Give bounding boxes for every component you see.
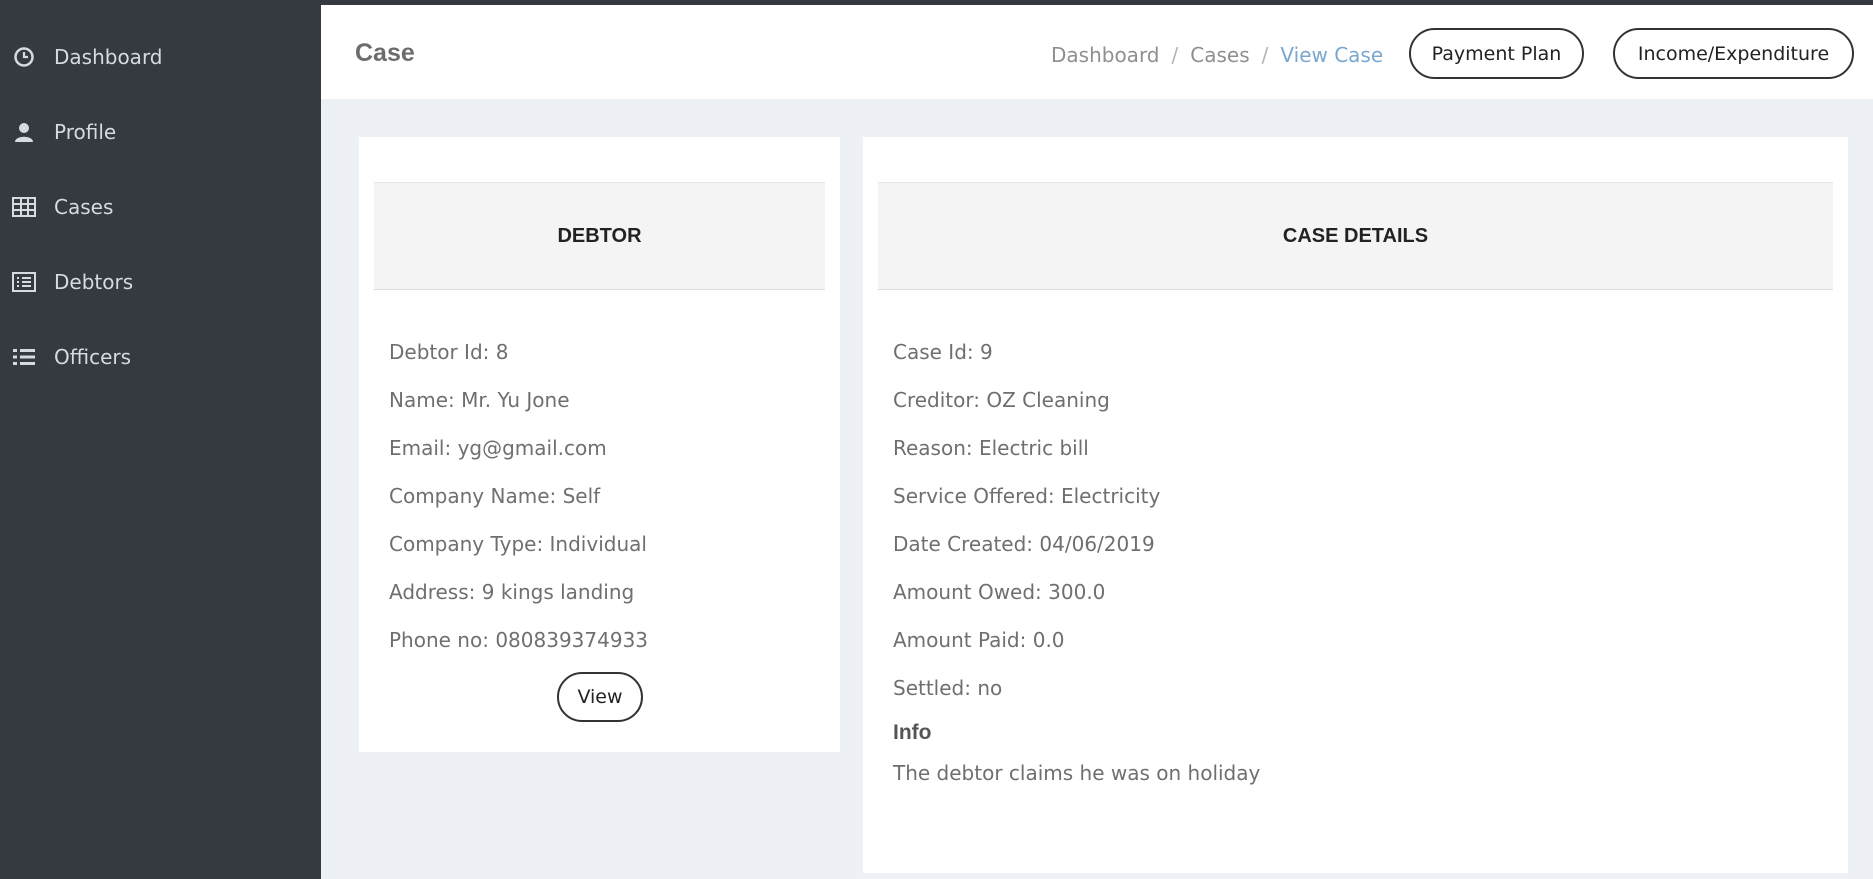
table-icon (12, 195, 36, 219)
debtor-phone: Phone no: 080839374933 (389, 628, 649, 652)
breadcrumb-separator: / (1171, 43, 1179, 67)
page-title: Case (355, 39, 415, 67)
info-heading: Info (893, 721, 932, 744)
list-icon (12, 345, 36, 369)
case-settled: Settled: no (893, 676, 1003, 700)
clock-icon (12, 45, 36, 69)
sidebar: Dashboard Profile Cases Debtors Officers (0, 5, 321, 879)
debtor-card: DEBTOR Debtor Id: 8 Name: Mr. Yu Jone Em… (359, 137, 840, 752)
case-id: Case Id: 9 (893, 340, 993, 364)
breadcrumb-view-case: View Case (1280, 43, 1384, 67)
debtor-company-name: Company Name: Self (389, 484, 601, 508)
sidebar-item-label: Dashboard (54, 45, 163, 69)
list-alt-icon (12, 270, 36, 294)
sidebar-item-dashboard[interactable]: Dashboard (0, 32, 321, 82)
sidebar-item-label: Profile (54, 120, 117, 144)
case-amount-paid: Amount Paid: 0.0 (893, 628, 1065, 652)
sidebar-item-label: Cases (54, 195, 114, 219)
breadcrumb-dashboard[interactable]: Dashboard (1051, 43, 1160, 67)
sidebar-item-label: Debtors (54, 270, 134, 294)
debtor-address: Address: 9 kings landing (389, 580, 635, 604)
sidebar-item-debtors[interactable]: Debtors (0, 257, 321, 307)
case-creditor: Creditor: OZ Cleaning (893, 388, 1110, 412)
breadcrumb-cases[interactable]: Cases (1190, 43, 1249, 67)
debtor-id: Debtor Id: 8 (389, 340, 509, 364)
page-header: Case Dashboard / Cases / View Case Payment P… (321, 5, 1873, 99)
sidebar-item-cases[interactable]: Cases (0, 182, 321, 232)
info-text: The debtor claims he was on holiday (893, 761, 1261, 785)
debtor-name: Name: Mr. Yu Jone (389, 388, 570, 412)
income-expenditure-button[interactable]: Income/Expenditure (1613, 28, 1854, 79)
debtor-email: Email: yg@gmail.com (389, 436, 607, 460)
case-reason: Reason: Electric bill (893, 436, 1089, 460)
sidebar-item-officers[interactable]: Officers (0, 332, 321, 382)
case-details-card: CASE DETAILS Case Id: 9 Creditor: OZ Cle… (863, 137, 1848, 873)
view-debtor-button[interactable]: View (557, 672, 643, 722)
sidebar-item-label: Officers (54, 345, 132, 369)
debtor-company-type: Company Type: Individual (389, 532, 647, 556)
case-amount-owed: Amount Owed: 300.0 (893, 580, 1106, 604)
payment-plan-button[interactable]: Payment Plan (1409, 28, 1584, 79)
case-details-heading: CASE DETAILS (878, 182, 1833, 290)
case-service-offered: Service Offered: Electricity (893, 484, 1161, 508)
breadcrumb: Dashboard / Cases / View Case (1051, 43, 1383, 67)
case-date-created: Date Created: 04/06/2019 (893, 532, 1155, 556)
breadcrumb-separator: / (1261, 43, 1269, 67)
user-icon (12, 120, 36, 144)
debtor-card-heading: DEBTOR (374, 182, 825, 290)
sidebar-item-profile[interactable]: Profile (0, 107, 321, 157)
